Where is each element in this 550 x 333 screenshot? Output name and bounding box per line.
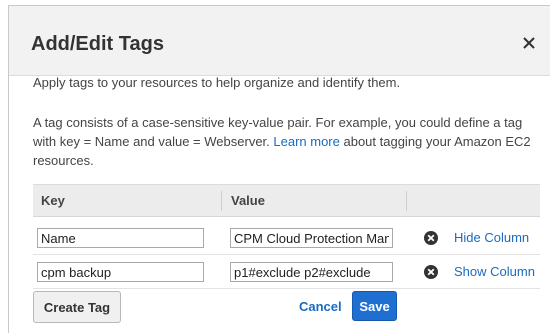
tag-key-input[interactable] (37, 262, 204, 282)
table-header: Key Value (33, 184, 540, 217)
hide-column-link[interactable]: Hide Column (454, 230, 529, 245)
column-divider (221, 191, 222, 211)
create-tag-button[interactable]: Create Tag (33, 291, 121, 323)
add-edit-tags-dialog: Add/Edit Tags Apply tags to your resourc… (8, 5, 550, 333)
remove-circle-icon[interactable] (424, 265, 438, 279)
tag-explanation: A tag consists of a case-sensitive key-v… (33, 113, 538, 170)
tag-key-input[interactable] (37, 228, 204, 248)
table-row: Hide Column (33, 222, 540, 255)
key-column-header: Key (41, 193, 65, 208)
dialog-title: Add/Edit Tags (31, 33, 164, 55)
value-column-header: Value (231, 193, 265, 208)
table-row: Show Column (33, 256, 540, 289)
tag-value-input[interactable] (230, 228, 393, 248)
dialog-header: Add/Edit Tags (9, 6, 550, 76)
close-icon[interactable] (519, 33, 539, 53)
learn-more-link[interactable]: Learn more (273, 134, 339, 149)
tag-value-input[interactable] (230, 262, 393, 282)
tags-table: Key Value Hide Column (33, 184, 540, 292)
column-divider (406, 191, 407, 211)
intro-text: Apply tags to your resources to help org… (33, 75, 401, 90)
cancel-button[interactable]: Cancel (299, 299, 342, 314)
remove-circle-icon[interactable] (424, 231, 438, 245)
show-column-link[interactable]: Show Column (454, 264, 535, 279)
save-button[interactable]: Save (352, 291, 397, 321)
